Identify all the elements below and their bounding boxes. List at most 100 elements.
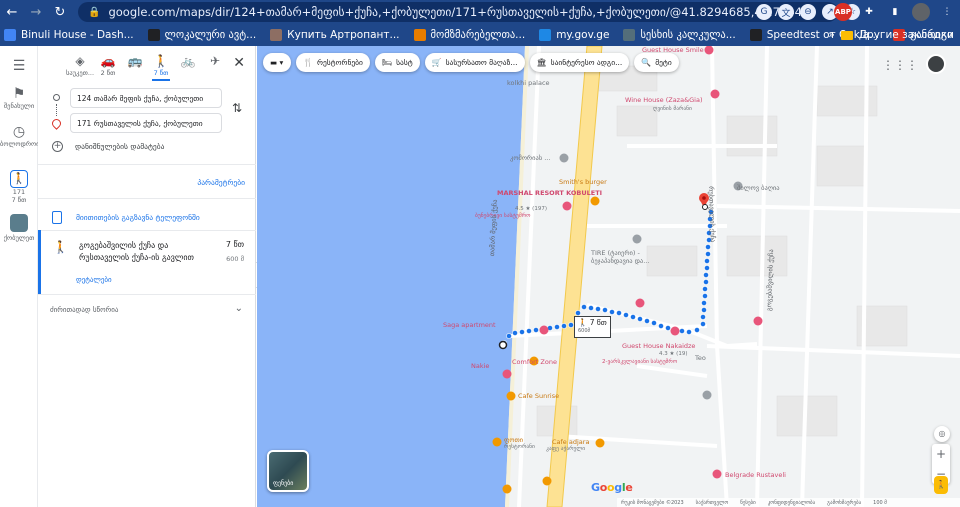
poi-marshal-resort[interactable]: MARSHAL RESORT KOBULETI <box>497 189 602 197</box>
poi-shiloba[interactable]: შილოვ ბაღია <box>737 184 780 192</box>
mode-drive[interactable]: 🚗 2 წთ <box>93 54 123 77</box>
map-base <box>257 46 960 507</box>
route-details-link[interactable]: დეტალები <box>76 276 112 284</box>
close-directions-button[interactable]: ✕ <box>233 55 245 71</box>
walk-icon: 🚶 <box>53 240 68 254</box>
poi-teo[interactable]: Teo <box>695 354 706 362</box>
rail-recent[interactable]: ◷ ბოლოდროინ <box>0 124 43 148</box>
poi-iberia[interactable]: კომორიას ... <box>510 154 550 162</box>
extensions-icon[interactable]: ✚ <box>860 3 878 21</box>
address-bar[interactable]: 🔒 google.com/maps/dir/124+თამარ+მეფის+ქუ… <box>78 2 838 22</box>
swap-button[interactable]: ⇅ <box>232 101 242 115</box>
divider <box>38 294 256 295</box>
rail-saved[interactable]: ⚑ შენახული <box>0 86 38 110</box>
plus-icon: + <box>52 141 63 152</box>
chip-groceries[interactable]: 🛒 სასურსათო მაღაზ... <box>424 53 525 72</box>
bookmark-item[interactable]: my.gov.ge <box>539 29 609 41</box>
poi-saga-apartment[interactable]: Saga apartment <box>443 321 496 329</box>
poi-wine-house[interactable]: Wine House (Zaza&Gia) <box>625 96 703 104</box>
bookmark-item[interactable]: მომზმარებელთა... <box>413 29 525 41</box>
menu-button[interactable]: ☰ <box>0 58 38 74</box>
poi-wine-house-sub: ღვინის მარანი <box>653 106 692 112</box>
poi-guest-house-nakaidze[interactable]: Guest House Nakaidze <box>622 342 695 350</box>
poi-cafe-adjara[interactable]: Cafe adjara <box>552 438 589 446</box>
traffic-note: ძირითადად სწორია <box>50 306 119 314</box>
chip-attractions[interactable]: 🏛 საინტერესო ადგი... <box>529 53 630 72</box>
directions-panel: ◈ საუკეთ... 🚗 2 წთ 🚌 🚶 7 წთ 🚲 ✈ ✕ 124 თამარ… <box>38 46 256 507</box>
folder-icon <box>840 30 853 40</box>
translate-icon[interactable]: 文 <box>778 4 794 20</box>
place-thumbnail-icon <box>10 214 28 232</box>
google-lens-icon[interactable]: G <box>756 4 772 20</box>
profile-icon[interactable] <box>912 3 930 21</box>
map-canvas[interactable]: ▬ ▾ 🍴 რესტორნები 🛏 სასტ 🛒 სასურსათო მაღაზ..… <box>257 46 960 507</box>
rail-kobuleti[interactable]: ქობულეთ <box>0 214 38 242</box>
poi-poti-sub: რესტორანი <box>504 444 535 450</box>
origin-marker[interactable] <box>498 340 508 350</box>
apps-grid-icon[interactable]: ⋮⋮⋮ <box>882 58 918 72</box>
poi-poti[interactable]: ფოთი <box>504 436 523 444</box>
origin-input[interactable]: 124 თამარ მეფის ქუჩა, ქობულეთი <box>70 88 222 108</box>
side-panel-icon[interactable]: ▮ <box>886 3 904 21</box>
layers-icon: ▬ ▾ <box>270 58 284 67</box>
options-button[interactable]: პარამეტრები <box>197 178 245 187</box>
avatar[interactable] <box>926 54 946 74</box>
bookmark-item[interactable]: Binuli House - Dash... <box>4 29 134 41</box>
reload-button[interactable]: ↻ <box>48 0 72 24</box>
other-bookmarks[interactable]: Другие закладки <box>859 29 954 41</box>
bookmark-item[interactable]: სესხის კალკულა... <box>623 29 736 41</box>
poi-kolkhi-palace[interactable]: kolkhi palace <box>507 79 550 87</box>
bookmarks-overflow-icon[interactable]: » <box>828 29 834 41</box>
origin-dot-icon <box>53 94 60 101</box>
map-layers-chip[interactable]: ▬ ▾ <box>263 53 291 72</box>
layers-toggle[interactable]: ფენები <box>267 450 309 492</box>
poi-belgrade-rustaveli[interactable]: Belgrade Rustaveli <box>725 471 786 479</box>
poi-nakaidze-sub: 2-ვარსკვლავიანი სასტუმრო <box>602 359 678 365</box>
category-chips: ▬ ▾ 🍴 რესტორნები 🛏 სასტ 🛒 სასურსათო მაღაზ..… <box>263 53 679 72</box>
mode-walk[interactable]: 🚶 7 წთ <box>146 54 176 81</box>
poi-guest-house-smile[interactable]: Guest House Smile <box>642 46 704 54</box>
poi-cafe-adjara-sub: კაფე აჭარული <box>546 446 586 452</box>
sea-area <box>257 46 525 507</box>
lock-icon: 🔒 <box>88 6 101 18</box>
destination-input[interactable]: 171 რუსთაველის ქუჩა, ქობულეთი <box>70 113 222 133</box>
scale-bar[interactable]: 100 მ <box>873 500 887 506</box>
close-icon: ✕ <box>233 55 245 71</box>
poi-marshal-sub: ბუნებრივი სასტუმრო <box>475 213 531 219</box>
route-time-callout[interactable]: 🚶 7 წთ 600მ <box>574 316 611 338</box>
map-footer: რუკის მონაცემები ©2023 საქართველო წესები… <box>617 498 960 507</box>
bed-icon: 🛏 <box>381 58 393 67</box>
hamburger-icon: ☰ <box>12 58 26 74</box>
forward-button[interactable]: → <box>24 0 48 24</box>
mode-best[interactable]: ◈ საუკეთ... <box>65 54 95 77</box>
chip-restaurants[interactable]: 🍴 რესტორნები <box>296 53 370 72</box>
poi-comfort-zone[interactable]: Comfort Zone <box>512 358 557 366</box>
route-option[interactable]: 🚶 გოგებაშვილის ქუჩა და რუსთაველის ქუჩა-ი… <box>38 230 256 294</box>
poi-cafe-sunrise[interactable]: Cafe Sunrise <box>518 392 559 400</box>
add-destination-button[interactable]: + დანიშნულების დამატება <box>52 141 164 152</box>
bookmark-favicon-icon <box>749 29 762 41</box>
adblock-icon[interactable]: ABP <box>834 3 852 21</box>
mode-flight[interactable]: ✈ <box>200 54 230 69</box>
rail-walk-route[interactable]: 🚶 171 7 წთ <box>0 170 38 204</box>
poi-tire[interactable]: TIRE (ტაიერი) - ბეჯაპანდავია და... <box>591 249 671 265</box>
back-button[interactable]: ← <box>0 0 24 24</box>
bookmark-item[interactable]: ლოკალური ავტ... <box>147 29 256 41</box>
bookmark-favicon-icon <box>539 29 552 41</box>
mode-bike[interactable]: 🚲 <box>173 54 203 69</box>
car-icon: 🚗 <box>100 54 116 68</box>
compass-icon[interactable]: ◎ <box>934 426 950 442</box>
menu-icon[interactable]: ⋮ <box>938 3 956 21</box>
bookmark-icon: ⚑ <box>12 86 26 102</box>
street-view-pegman-icon[interactable]: 🚶 <box>934 476 948 494</box>
send-to-phone-button[interactable]: მიითითების გაგზავნა ტელეფონში <box>52 211 200 224</box>
chip-more[interactable]: 🔍 მეტი <box>634 53 679 72</box>
zoom-icon[interactable]: ⊖ <box>800 4 816 20</box>
bookmark-item[interactable]: Купить Артропант... <box>270 29 400 41</box>
poi-nakie[interactable]: Nakie <box>471 362 489 370</box>
zoom-in-button[interactable]: + <box>932 444 950 464</box>
chip-hotels[interactable]: 🛏 სასტ <box>374 53 420 72</box>
chevron-down-icon[interactable]: ⌄ <box>235 303 243 314</box>
poi-smiths-burger[interactable]: Smith's burger <box>559 178 607 186</box>
travel-modes: ◈ საუკეთ... 🚗 2 წთ 🚌 🚶 7 წთ 🚲 ✈ <box>38 54 256 81</box>
